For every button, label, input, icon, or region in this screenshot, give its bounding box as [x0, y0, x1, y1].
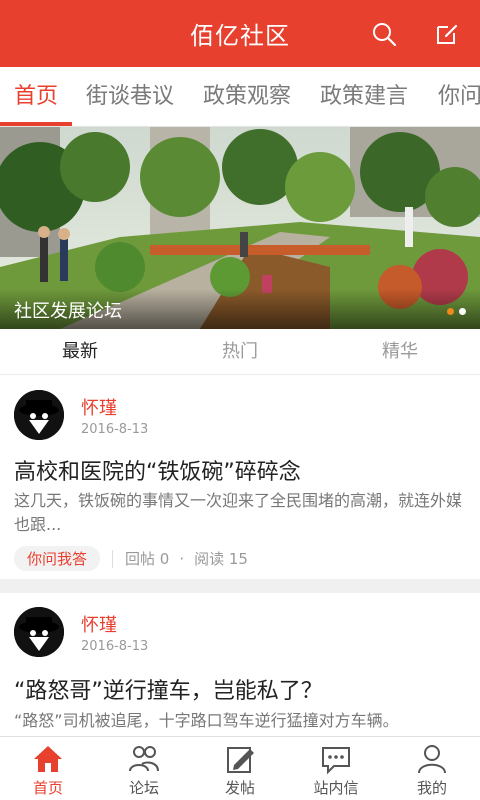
edit-icon[interactable] — [431, 18, 463, 50]
nav-forum[interactable]: 论坛 — [96, 737, 192, 800]
tab-home[interactable]: 首页 — [14, 67, 58, 126]
read-count: 阅读 15 — [194, 550, 248, 568]
post-excerpt: 这几天，铁饭碗的事情又一次迎来了全民围堵的高潮，就连外媒也跟... — [14, 491, 463, 534]
post-meta: 你问我答 回帖 0 · 阅读 15 — [14, 546, 248, 571]
subtab-hot[interactable]: 热门 — [160, 329, 320, 374]
app-title: 佰亿社区 — [190, 22, 290, 50]
sort-tabs: 最新 热门 精华 — [0, 329, 480, 375]
subtab-latest[interactable]: 最新 — [0, 329, 160, 374]
meta-divider — [112, 549, 114, 568]
app-header: 佰亿社区 — [0, 0, 480, 67]
user-icon — [418, 745, 446, 774]
compose-icon — [227, 747, 254, 773]
tab-policy-advice[interactable]: 政策建言 — [320, 67, 408, 126]
tab-policy-watch[interactable]: 政策观察 — [203, 67, 291, 126]
bottom-nav: 首页 论坛 发帖 站内信 我的 — [0, 736, 480, 800]
nav-label: 我的 — [416, 779, 447, 797]
tab-qa[interactable]: 你问 — [438, 67, 480, 126]
nav-label: 首页 — [32, 779, 63, 797]
home-icon — [34, 746, 62, 772]
section-divider — [0, 579, 480, 593]
carousel-dot[interactable] — [447, 308, 454, 315]
active-tab-indicator — [0, 122, 72, 126]
search-icon[interactable] — [368, 18, 400, 50]
post-item[interactable]: 怀瑾 2016-8-13 “路怒哥”逆行撞车，岂能私了？ “路怒”司机被追尾，十… — [0, 593, 480, 736]
post-author[interactable]: 怀瑾 — [81, 611, 117, 637]
banner-carousel[interactable]: 社区发展论坛 — [0, 127, 480, 329]
nav-label: 站内信 — [313, 779, 359, 797]
forum-icon — [129, 746, 159, 772]
post-title[interactable]: 高校和医院的“铁饭碗”碎碎念 — [14, 454, 301, 486]
post-item[interactable]: 怀瑾 2016-8-13 高校和医院的“铁饭碗”碎碎念 这几天，铁饭碗的事情又一… — [0, 376, 480, 579]
post-date: 2016-8-13 — [81, 422, 149, 437]
reply-count: 回帖 0 — [125, 550, 170, 568]
nav-compose[interactable]: 发帖 — [192, 737, 288, 800]
banner-caption: 社区发展论坛 — [14, 301, 122, 322]
tab-street-talk[interactable]: 街谈巷议 — [86, 67, 174, 126]
post-excerpt: “路怒”司机被追尾，十字路口驾车逆行猛撞对方车辆。 — [14, 711, 399, 730]
carousel-dot[interactable] — [459, 308, 466, 315]
nav-home[interactable]: 首页 — [0, 737, 96, 800]
meta-dot: · — [179, 549, 185, 568]
category-tabs: 首页 街谈巷议 政策观察 政策建言 你问 — [0, 67, 480, 127]
post-author[interactable]: 怀瑾 — [81, 394, 117, 420]
nav-profile[interactable]: 我的 — [384, 737, 480, 800]
post-date: 2016-8-13 — [81, 639, 149, 654]
message-icon — [322, 747, 350, 775]
nav-label: 论坛 — [128, 779, 159, 797]
nav-label: 发帖 — [224, 779, 255, 797]
nav-messages[interactable]: 站内信 — [288, 737, 384, 800]
avatar[interactable] — [14, 607, 64, 657]
post-title[interactable]: “路怒哥”逆行撞车，岂能私了？ — [14, 673, 323, 705]
post-tag[interactable]: 你问我答 — [14, 546, 101, 571]
avatar[interactable] — [14, 390, 64, 440]
carousel-indicator — [447, 308, 466, 315]
subtab-featured[interactable]: 精华 — [320, 329, 480, 374]
